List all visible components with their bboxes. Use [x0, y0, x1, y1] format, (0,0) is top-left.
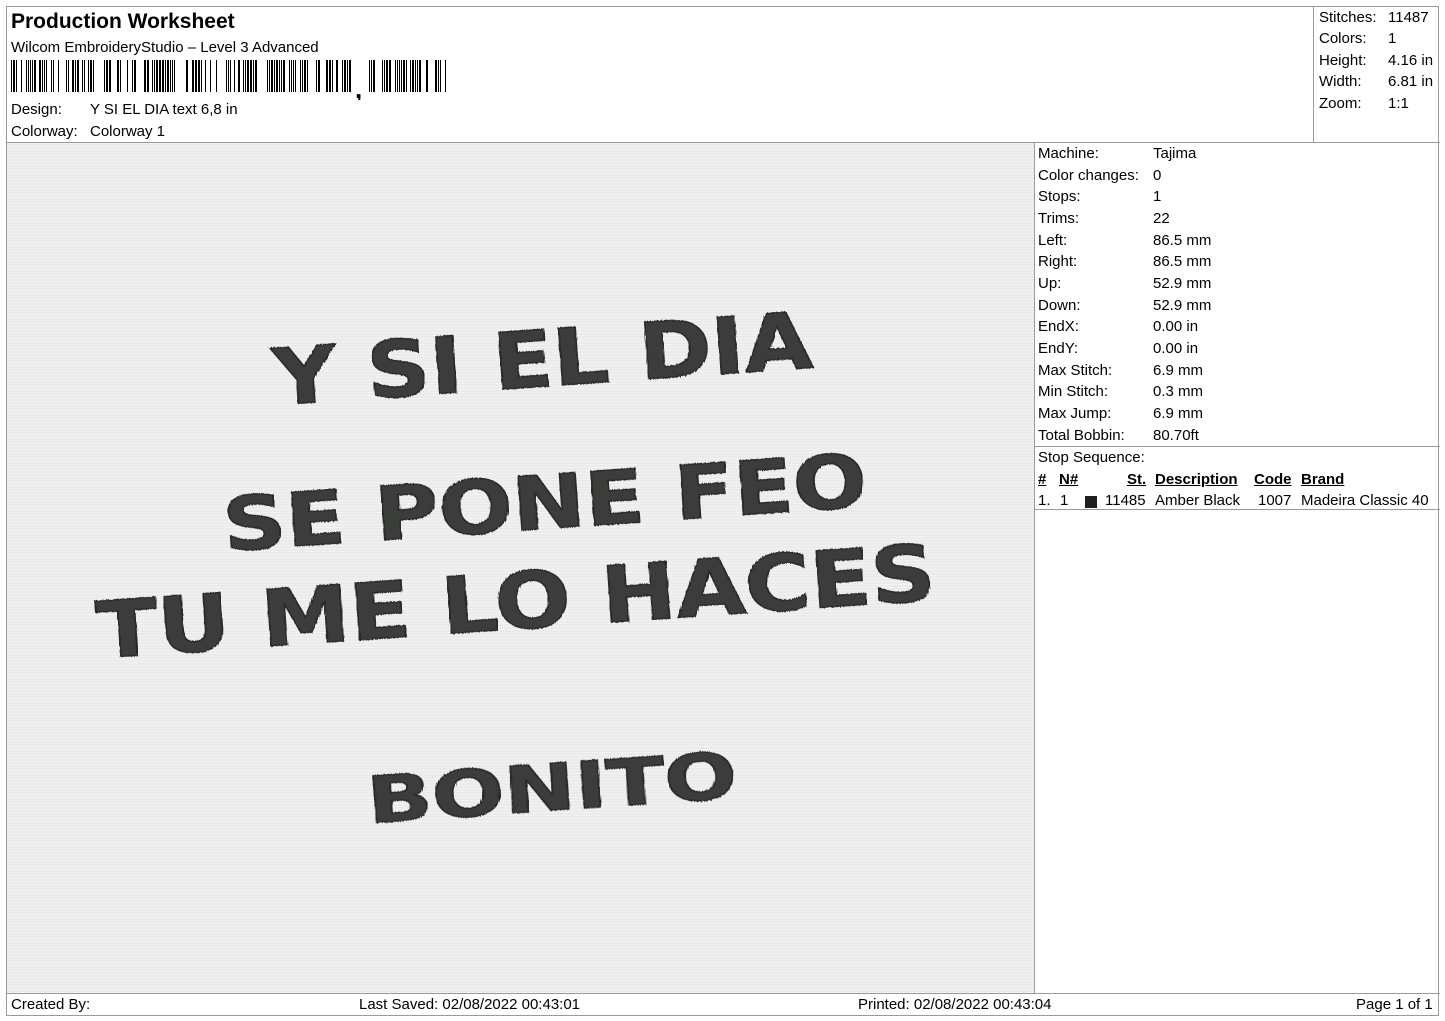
endy-row: EndY: 0.00 in [1038, 340, 1198, 357]
endx-label: EndX: [1038, 318, 1079, 335]
endx-value: 0.00 in [1153, 318, 1199, 335]
left-row: Left: 86.5 mm [1038, 232, 1211, 249]
colors-value: 1 [1388, 30, 1397, 47]
height-row: Height: 4.16 in [1319, 52, 1433, 69]
production-worksheet: Production Worksheet Wilcom EmbroiderySt… [6, 6, 1440, 1016]
min-stitch-value: 0.3 mm [1153, 383, 1204, 400]
min-stitch-row: Min Stitch: 0.3 mm [1038, 383, 1203, 400]
colors-label: Colors: [1319, 30, 1367, 47]
endy-label: EndY: [1038, 340, 1079, 357]
col-header-description: Description [1155, 471, 1238, 488]
barcode: , [11, 60, 446, 100]
row-brand: Madeira Classic 40 [1301, 492, 1429, 509]
stops-value: 1 [1153, 188, 1162, 205]
left-value: 86.5 mm [1153, 232, 1212, 249]
color-changes-label: Color changes: [1038, 167, 1139, 184]
total-bobbin-value: 80.70ft [1153, 427, 1199, 444]
design-summary: Stitches: 11487 Colors: 1 Height: 4.16 in W… [1314, 7, 1440, 143]
col-header-num: # [1038, 471, 1047, 488]
col-header-brand: Brand [1301, 471, 1345, 488]
embroidery-design: Y SI EL DIA SE PONE FEO TU ME LO HACES B… [93, 296, 939, 840]
machine-label: Machine: [1038, 145, 1099, 162]
zoom-row: Zoom: 1:1 [1319, 95, 1409, 112]
row-code: 1007 [1258, 492, 1292, 509]
trims-label: Trims: [1038, 210, 1080, 227]
row-n: 1 [1060, 492, 1069, 509]
width-value: 6.81 in [1388, 73, 1434, 90]
row-description: Amber Black [1155, 492, 1241, 509]
stops-row: Stops: 1 [1038, 188, 1161, 205]
right-label: Right: [1038, 253, 1078, 270]
up-label: Up: [1038, 275, 1062, 292]
zoom-value: 1:1 [1388, 95, 1409, 112]
stitches-label: Stitches: [1319, 9, 1377, 26]
printed-date: Printed: 02/08/2022 00:43:04 [858, 996, 1052, 1013]
stitches-row: Stitches: 11487 [1319, 9, 1429, 26]
design-label: Design: [11, 101, 62, 118]
max-jump-label: Max Jump: [1038, 405, 1112, 422]
colorway-row: Colorway: Colorway 1 [11, 123, 165, 140]
total-bobbin-row: Total Bobbin: 80.70ft [1038, 427, 1199, 444]
endx-row: EndX: 0.00 in [1038, 318, 1198, 335]
width-label: Width: [1319, 73, 1362, 90]
down-row: Down: 52.9 mm [1038, 297, 1211, 314]
endy-value: 0.00 in [1153, 340, 1199, 357]
total-bobbin-label: Total Bobbin: [1038, 427, 1125, 444]
max-stitch-value: 6.9 mm [1153, 362, 1204, 379]
up-row: Up: 52.9 mm [1038, 275, 1211, 292]
page-number: Page 1 of 1 [1356, 996, 1433, 1013]
max-stitch-label: Max Stitch: [1038, 362, 1113, 379]
colorway-label: Colorway: [11, 123, 78, 140]
width-row: Width: 6.81 in [1319, 73, 1433, 90]
right-value: 86.5 mm [1153, 253, 1212, 270]
worksheet-footer: Created By: Last Saved: 02/08/2022 00:43… [7, 993, 1440, 1015]
software-name: Wilcom EmbroideryStudio – Level 3 Advanc… [11, 39, 319, 56]
max-jump-value: 6.9 mm [1153, 405, 1204, 422]
stop-sequence-caption: Stop Sequence: [1038, 449, 1145, 466]
down-label: Down: [1038, 297, 1081, 314]
down-value: 52.9 mm [1153, 297, 1212, 314]
design-line-1: Y SI EL DIA [269, 297, 815, 425]
thread-color-swatch [1085, 496, 1097, 508]
last-saved: Last Saved: 02/08/2022 00:43:01 [359, 996, 581, 1013]
design-line-3: TU ME LO HACES [94, 529, 938, 677]
zoom-label: Zoom: [1319, 95, 1362, 112]
stitches-value: 11487 [1388, 9, 1429, 26]
right-row: Right: 86.5 mm [1038, 253, 1211, 270]
col-header-code: Code [1254, 471, 1292, 488]
up-value: 52.9 mm [1153, 275, 1212, 292]
trims-row: Trims: 22 [1038, 210, 1170, 227]
svg-text:,: , [355, 74, 362, 100]
stops-label: Stops: [1038, 188, 1081, 205]
row-stitches: 11485 [1105, 492, 1146, 509]
worksheet-header: Production Worksheet Wilcom EmbroiderySt… [7, 7, 1314, 143]
trims-value: 22 [1153, 210, 1170, 227]
machine-value: Tajima [1153, 145, 1197, 162]
max-stitch-row: Max Stitch: 6.9 mm [1038, 362, 1203, 379]
colorway-value: Colorway 1 [90, 123, 166, 140]
color-changes-row: Color changes: 0 [1038, 167, 1161, 184]
col-header-st: St. [1127, 471, 1147, 488]
machine-details: Machine: Tajima Color changes: 0 Stops: 1 T… [1035, 143, 1440, 993]
machine-row: Machine: Tajima [1038, 145, 1196, 162]
col-header-n: N# [1059, 471, 1079, 488]
design-value: Y SI EL DIA text 6,8 in [90, 101, 238, 118]
page-title: Production Worksheet [11, 10, 235, 33]
design-preview: Y SI EL DIA SE PONE FEO TU ME LO HACES B… [7, 143, 1035, 993]
colors-row: Colors: 1 [1319, 30, 1396, 47]
height-value: 4.16 in [1388, 52, 1434, 69]
design-row: Design: Y SI EL DIA text 6,8 in [11, 101, 238, 118]
left-label: Left: [1038, 232, 1068, 249]
max-jump-row: Max Jump: 6.9 mm [1038, 405, 1203, 422]
min-stitch-label: Min Stitch: [1038, 383, 1109, 400]
design-line-4: BONITO [365, 739, 739, 839]
color-changes-value: 0 [1153, 167, 1162, 184]
row-num: 1. [1038, 492, 1051, 509]
stop-sequence: Stop Sequence: # N# St. Description Code… [1035, 446, 1440, 510]
height-label: Height: [1319, 52, 1367, 69]
created-by: Created By: [11, 996, 91, 1013]
